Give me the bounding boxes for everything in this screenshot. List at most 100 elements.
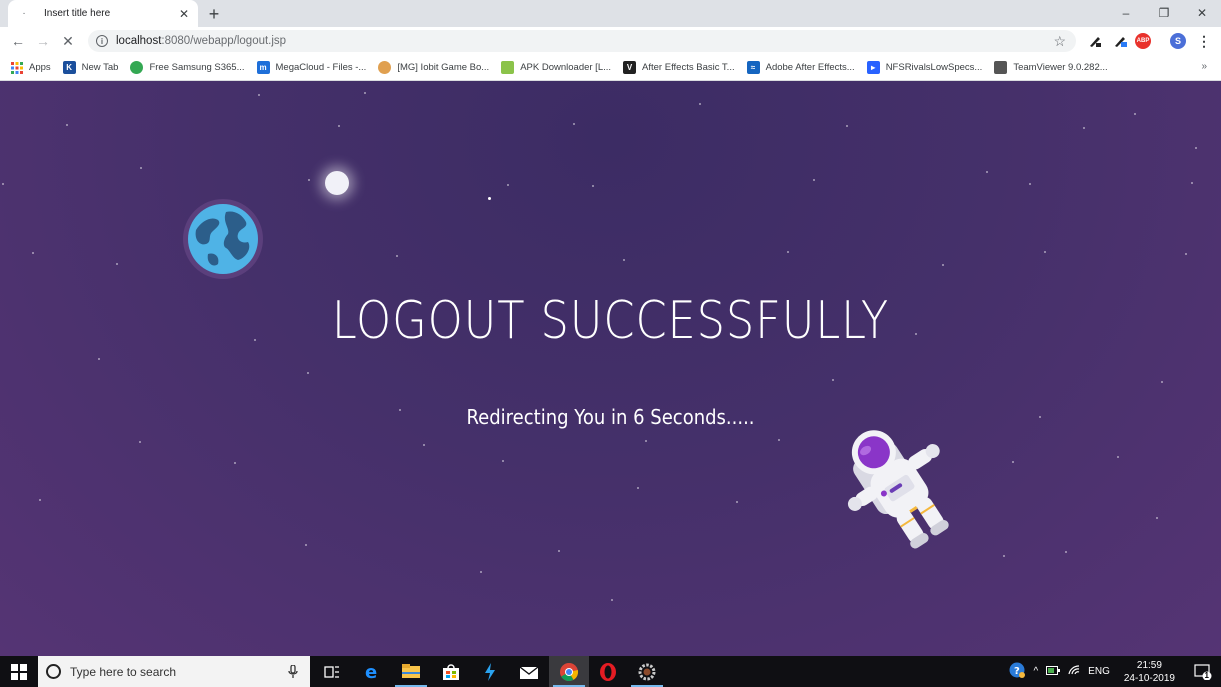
windows-logo-icon [11,663,27,680]
bookmark-label: Adobe After Effects... [765,62,855,73]
file-explorer-icon[interactable] [391,656,431,687]
notifications-button[interactable]: 1 [1185,656,1221,687]
settings-gear-icon[interactable] [627,656,667,687]
star [573,123,575,125]
bookmark-label: MegaCloud - Files -... [275,62,367,73]
url-path: :8080/webapp/logout.jsp [161,35,287,47]
star [66,124,68,126]
bookmark-samsung[interactable]: Free Samsung S365... [130,58,245,78]
search-placeholder: Type here to search [70,664,177,679]
bookmark-label: New Tab [81,62,119,73]
star [139,441,141,443]
close-icon[interactable]: ✕ [1183,0,1221,25]
star [234,462,236,464]
bookmark-new-tab[interactable]: K New Tab [62,58,119,78]
star [778,439,780,441]
star [1117,456,1119,458]
star [258,94,260,96]
microphone-icon[interactable] [286,664,300,680]
bookmark-nfs[interactable]: ▸ NFSRivalsLowSpecs... [866,58,983,78]
help-icon[interactable]: ? [1009,662,1026,681]
wifi-icon[interactable] [1068,665,1080,678]
tab-title: Insert title here [44,8,111,19]
browser-toolbar: ← → ✕ i localhost:8080/webapp/logout.jsp… [0,27,1221,55]
browser-menu-icon[interactable]: ⋮ [1196,33,1212,49]
bookmark-megacloud[interactable]: m MegaCloud - Files -... [256,58,367,78]
bookmark-label: Apps [29,62,51,73]
bookmarks-bar: Apps K New Tab Free Samsung S365... m Me… [0,55,1221,81]
edge-icon[interactable]: e [352,656,392,687]
address-bar[interactable]: i localhost:8080/webapp/logout.jsp ☆ [88,30,1076,52]
star [116,263,118,265]
star [736,501,738,503]
bookmark-label: Free Samsung S365... [149,62,245,73]
star [1156,517,1158,519]
bookmark-apps[interactable]: Apps [10,58,51,78]
v-logo-icon: V [623,61,637,74]
star [846,125,848,127]
extension-pen-icon[interactable] [1087,33,1103,49]
bookmark-iobit[interactable]: [MG] Iobit Game Bo... [378,58,489,78]
cortana-icon [46,664,61,679]
clock-time: 21:59 [1136,659,1162,671]
system-tray: ? ^ ENG 21:59 24-10-2019 1 [1005,656,1221,687]
star [1083,127,1085,129]
adobe-icon: ≈ [746,61,760,74]
language-indicator[interactable]: ENG [1088,666,1110,677]
star [305,544,307,546]
bookmark-label: NFSRivalsLowSpecs... [885,62,983,73]
star [645,440,647,442]
star [308,179,310,181]
windows-taskbar: Type here to search e ? ^ ENG 21:59 24-1… [0,656,1221,687]
new-tab-button[interactable]: + [204,4,224,24]
loading-dot-icon: · [22,8,26,19]
forward-arrow-icon[interactable]: → [33,31,53,51]
start-button[interactable] [0,656,38,687]
stop-loading-icon[interactable]: ✕ [58,31,78,51]
browser-tab[interactable]: · Insert title here ✕ [8,0,198,27]
nfs-icon: ▸ [866,61,880,74]
star [1003,555,1005,557]
bookmark-star-icon[interactable]: ☆ [1053,33,1066,50]
profile-avatar[interactable]: S [1170,33,1186,49]
clock[interactable]: 21:59 24-10-2019 [1124,659,1175,685]
bookmark-apk[interactable]: APK Downloader [L... [501,58,611,78]
k-logo-icon: K [62,61,76,74]
bookmark-adobe-after-effects[interactable]: ≈ Adobe After Effects... [746,58,855,78]
chevron-up-icon[interactable]: ^ [1033,666,1038,677]
bookmark-teamviewer[interactable]: TeamViewer 9.0.282... [994,58,1108,78]
adblock-plus-icon[interactable]: ABP [1135,33,1151,49]
moon-illustration [325,171,349,195]
star [507,184,509,186]
star [98,358,100,360]
mail-icon[interactable] [509,656,549,687]
vscode-icon[interactable] [470,656,510,687]
star [592,185,594,187]
minimize-icon[interactable]: – [1107,0,1145,25]
chrome-icon[interactable] [549,656,589,687]
apk-icon [501,61,515,74]
opera-icon[interactable] [588,656,628,687]
samsung-icon [130,61,144,74]
store-icon[interactable] [431,656,471,687]
bookmark-label: TeamViewer 9.0.282... [1013,62,1108,73]
clock-date: 24-10-2019 [1123,672,1175,684]
bookmark-after-effects-basic[interactable]: V After Effects Basic T... [623,58,735,78]
star [2,183,4,185]
astronaut-illustration [847,430,949,549]
battery-icon[interactable] [1046,665,1061,678]
info-icon[interactable]: i [96,35,108,47]
bookmarks-overflow-icon[interactable]: » [1201,61,1207,72]
star [140,167,142,169]
taskbar-search[interactable]: Type here to search [38,656,310,687]
restore-icon[interactable]: ❐ [1145,0,1183,25]
back-arrow-icon[interactable]: ← [8,31,28,51]
window-controls: – ❐ ✕ [1107,0,1221,27]
close-tab-icon[interactable]: ✕ [176,6,192,22]
tab-strip: · Insert title here ✕ + – ❐ ✕ [0,0,1221,27]
task-view-icon[interactable] [312,656,352,687]
notification-count: 1 [1204,671,1209,680]
star [1012,461,1014,463]
star [986,171,988,173]
extension-pen-blue-icon[interactable] [1112,33,1128,49]
